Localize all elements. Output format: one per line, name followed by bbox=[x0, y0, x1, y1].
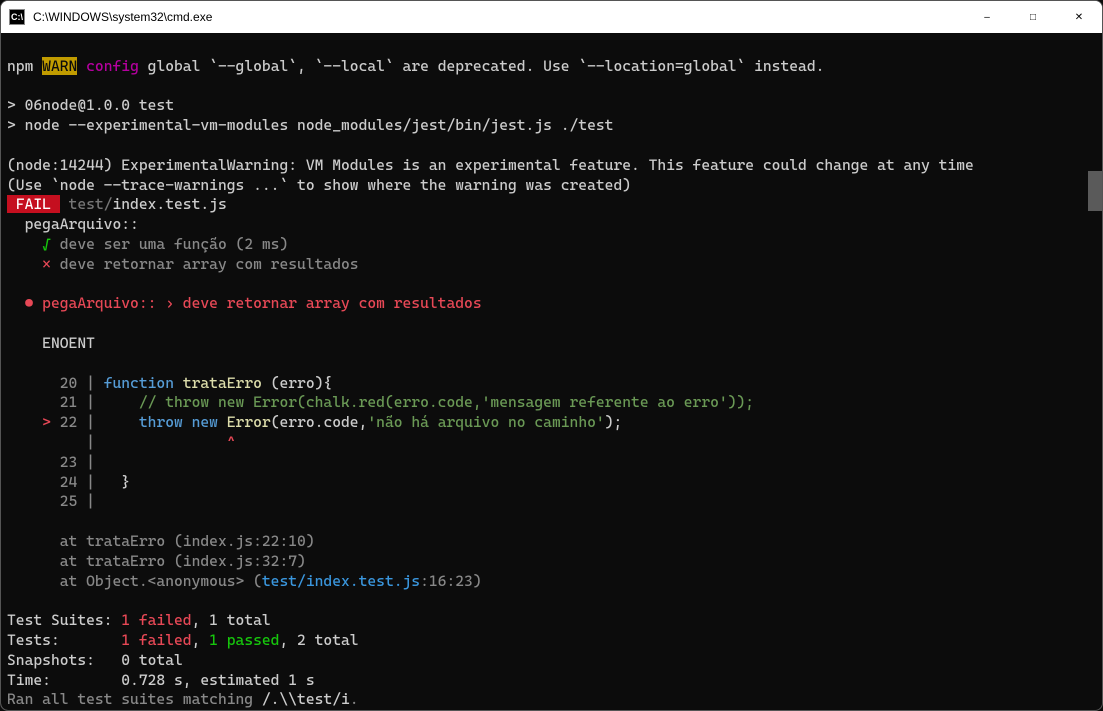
caret-icon: ^ bbox=[227, 433, 236, 451]
ln-20: 20 bbox=[7, 374, 77, 392]
snapshots-label: Snapshots: bbox=[7, 651, 121, 669]
close-button[interactable]: ✕ bbox=[1056, 1, 1102, 33]
kw-function: function bbox=[104, 374, 174, 392]
ln-22: 22 bbox=[51, 413, 77, 431]
test-pass-name: deve ser uma função (2 ms) bbox=[51, 235, 288, 253]
script-line-1: > 06node@1.0.0 test bbox=[7, 96, 174, 114]
tests-passed: 1 passed bbox=[209, 631, 279, 649]
arrow-icon: > bbox=[7, 413, 51, 431]
cmd-window: C:\ C:\WINDOWS\system32\cmd.exe – □ ✕ np… bbox=[0, 0, 1103, 711]
ln-25: 25 bbox=[7, 492, 77, 510]
npm-warn-badge: WARN bbox=[42, 57, 77, 75]
maximize-button[interactable]: □ bbox=[1010, 1, 1056, 33]
ln-23: 23 bbox=[7, 453, 77, 471]
fail-header-text: pegaArquivo:: › deve retornar array com … bbox=[33, 294, 481, 312]
kw-throw: throw new bbox=[139, 413, 227, 431]
titlebar[interactable]: C:\ C:\WINDOWS\system32\cmd.exe – □ ✕ bbox=[1, 1, 1102, 33]
stack-3: at Object.<anonymous> ( bbox=[7, 572, 262, 590]
npm-config: config bbox=[86, 57, 139, 75]
suites-label: Test Suites: bbox=[7, 611, 121, 629]
bullet-icon: ● bbox=[7, 294, 33, 312]
describe-name: pegaArquivo:: bbox=[7, 215, 139, 233]
ln-24: 24 bbox=[7, 473, 77, 491]
string-literal: 'não há arquivo no caminho' bbox=[367, 413, 604, 431]
terminal-output: npm WARN config global `--global`, `--lo… bbox=[1, 33, 1102, 710]
fail-file: index.test.js bbox=[112, 195, 226, 213]
stack-2: at trataErro ( bbox=[7, 552, 183, 570]
npm-msg: global `--global`, `--local` are depreca… bbox=[139, 57, 825, 75]
exp-warning-1: (node:14244) ExperimentalWarning: VM Mod… bbox=[7, 156, 974, 174]
stack-1: at trataErro ( bbox=[7, 532, 183, 550]
cmd-icon: C:\ bbox=[9, 9, 25, 25]
scrollbar-thumb[interactable] bbox=[1088, 171, 1102, 211]
npm-prefix: npm bbox=[7, 57, 33, 75]
ran-suites: Ran all test suites matching bbox=[7, 690, 262, 708]
fail-badge: FAIL bbox=[7, 195, 60, 213]
exp-warning-2: (Use `node --trace-warnings ...` to show… bbox=[7, 176, 631, 194]
fn-name: trataErro bbox=[174, 374, 271, 392]
ln-21: 21 bbox=[7, 393, 77, 411]
window-title: C:\WINDOWS\system32\cmd.exe bbox=[33, 10, 964, 24]
tests-label: Tests: bbox=[7, 631, 121, 649]
test-fail-name: deve retornar array com resultados bbox=[51, 255, 359, 273]
fail-dir: test/ bbox=[60, 195, 113, 213]
error-code: ENOENT bbox=[7, 334, 95, 352]
x-icon: × bbox=[7, 255, 51, 273]
fn-error: Error bbox=[227, 413, 271, 431]
minimize-button[interactable]: – bbox=[964, 1, 1010, 33]
scrollbar[interactable] bbox=[1088, 33, 1102, 710]
suites-failed: 1 failed bbox=[121, 611, 191, 629]
tests-failed: 1 failed bbox=[121, 631, 191, 649]
time-label: Time: bbox=[7, 671, 121, 689]
comment: // throw new Error(chalk.red(erro.code,'… bbox=[95, 393, 754, 411]
script-line-2: > node --experimental-vm-modules node_mo… bbox=[7, 116, 613, 134]
check-icon: √ bbox=[7, 235, 51, 253]
